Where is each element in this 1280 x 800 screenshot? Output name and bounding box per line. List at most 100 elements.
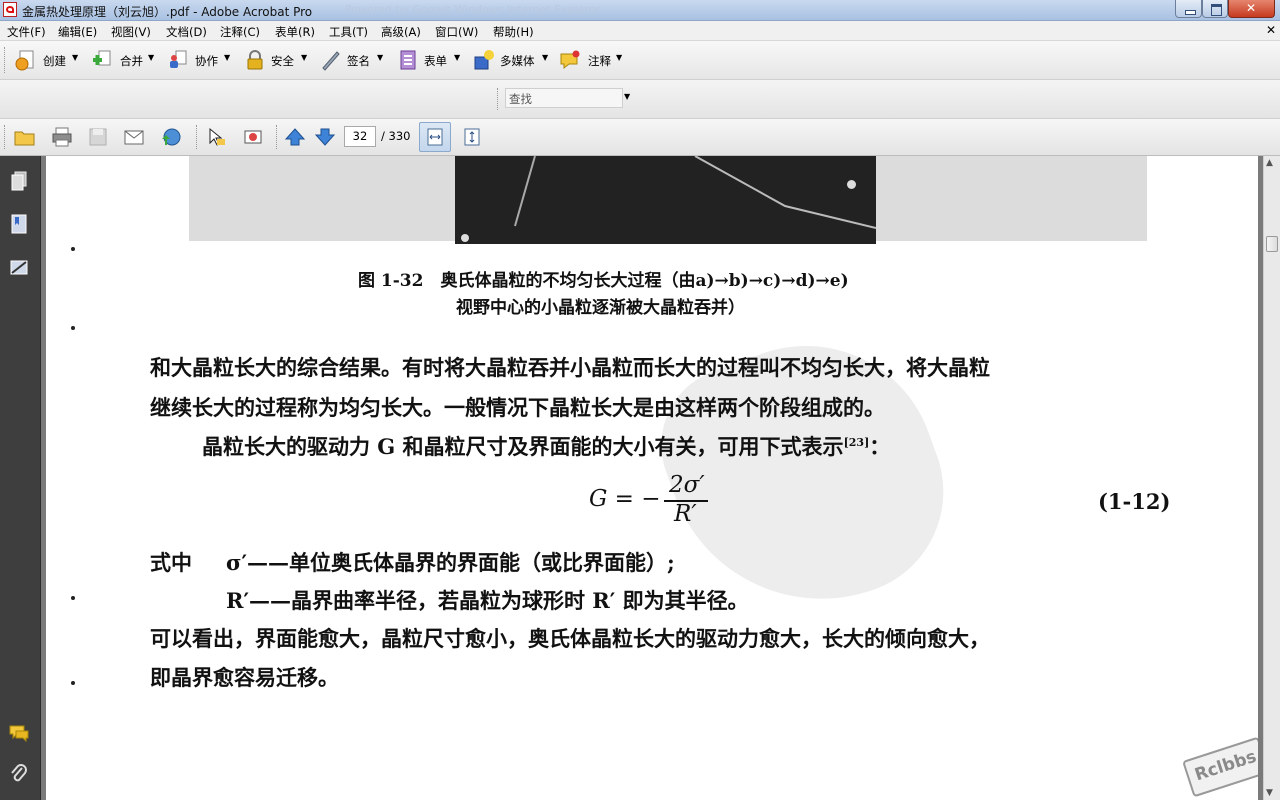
chevron-down-icon: ▼: [148, 53, 155, 62]
document-page[interactable]: 图 1-32 奥氏体晶粒的不均匀长大过程（由a)→b)→c)→d)→e) 视野中…: [46, 156, 1258, 800]
chevron-down-icon: ▼: [301, 53, 308, 62]
page-number-input[interactable]: 32: [344, 126, 376, 147]
forms-label: 表单: [424, 54, 447, 68]
chevron-down-icon: ▼: [454, 53, 461, 62]
rclbbs-stamp: Rclbbs: [1182, 736, 1258, 798]
navigation-pane: [0, 156, 41, 800]
combine-button[interactable]: 合并 ▼: [91, 49, 157, 71]
multimedia-button[interactable]: 多媒体 ▼: [473, 49, 549, 71]
paragraph-2-tail: ：: [869, 434, 891, 459]
fit-width-icon: [427, 128, 443, 146]
find-input[interactable]: 查找: [505, 88, 623, 108]
attachments-paperclip-icon[interactable]: [8, 763, 30, 785]
grain-boundary-lines: [514, 156, 876, 229]
next-page-arrow-icon[interactable]: [314, 126, 336, 148]
menu-forms[interactable]: 表单(R): [275, 24, 315, 40]
window-title: 金属热处理原理（刘云旭）.pdf - Adobe Acrobat Pro: [22, 5, 313, 19]
scroll-down-arrow-icon[interactable]: ▼: [1266, 788, 1273, 798]
collaborate-icon: [170, 50, 187, 68]
where-r-definition: R′——晶界曲率半径，若晶粒为球形时 R′ 即为其半径。: [226, 588, 749, 613]
fit-page-icon[interactable]: [461, 126, 483, 148]
create-label: 创建: [43, 54, 66, 68]
formula-lhs: G = −: [589, 486, 661, 512]
menu-view[interactable]: 视图(V): [111, 24, 151, 40]
scan-speck: [71, 681, 75, 685]
collaborate-label: 协作: [195, 54, 218, 68]
menu-tools[interactable]: 工具(T): [329, 24, 368, 40]
where-label: 式中: [150, 550, 192, 575]
scrollbar-thumb[interactable]: [1266, 236, 1278, 252]
secure-button[interactable]: 安全 ▼: [244, 49, 310, 71]
chevron-down-icon: ▼: [377, 53, 384, 62]
snapshot-tool-icon[interactable]: [242, 126, 264, 148]
bookmarks-panel-icon[interactable]: [8, 213, 30, 235]
paragraph-1-line-2: 继续长大的过程称为均匀长大。一般情况下晶粒长大是由这样两个阶段组成的。: [150, 395, 885, 420]
comment-bubble-icon: [560, 50, 580, 70]
create-pdf-icon: [15, 50, 34, 71]
paragraph-1-line-1: 和大晶粒长大的综合结果。有时将大晶粒吞并小晶粒而长大的过程叫不均匀长大，将大晶粒: [150, 355, 990, 380]
formula-denominator: R′: [674, 501, 697, 527]
secure-label: 安全: [271, 54, 294, 68]
menu-file[interactable]: 文件(F): [7, 24, 46, 40]
email-icon[interactable]: [123, 126, 145, 148]
close-window-button[interactable]: [1228, 0, 1275, 18]
menu-edit[interactable]: 编辑(E): [58, 24, 97, 40]
vertical-scrollbar[interactable]: ▲ ▼: [1263, 156, 1280, 800]
file-toolbar: 32 / 330: [0, 119, 1280, 156]
fit-width-button[interactable]: [419, 122, 451, 152]
toolbar-grip[interactable]: [196, 125, 200, 149]
minimize-button[interactable]: [1175, 0, 1202, 18]
upload-globe-icon[interactable]: [159, 126, 181, 148]
chevron-down-icon: ▼: [224, 53, 231, 62]
find-toolbar: 查找 ▼: [0, 80, 1280, 119]
menu-window[interactable]: 窗口(W): [435, 24, 478, 40]
maximize-button[interactable]: [1202, 0, 1228, 18]
print-icon[interactable]: [51, 126, 73, 148]
previous-page-arrow-icon[interactable]: [284, 126, 306, 148]
pages-panel-icon[interactable]: [8, 170, 30, 192]
create-button[interactable]: 创建 ▼: [15, 49, 81, 71]
pen-icon: [322, 51, 340, 71]
paragraph-3-line-1: 可以看出，界面能愈大，晶粒尺寸愈小，奥氏体晶粒长大的驱动力愈大，长大的倾向愈大，: [150, 626, 990, 651]
chevron-down-icon: ▼: [616, 53, 623, 62]
page-total: / 330: [381, 129, 411, 143]
chevron-down-icon[interactable]: ▼: [624, 92, 630, 101]
menu-document[interactable]: 文档(D): [166, 24, 207, 40]
window-title-ghost-text: Powered by Gogwit Windows Internet Explo…: [345, 3, 600, 16]
tasks-toolbar: 创建 ▼ 合并 ▼ 协作 ▼ 安全 ▼ 签名 ▼ 表单 ▼ 多媒体 ▼ 注释 ▼: [0, 41, 1280, 80]
toolbar-grip[interactable]: [497, 88, 501, 110]
paragraph-2-line-1: 晶粒长大的驱动力 G 和晶粒尺寸及界面能的大小有关，可用下式表示[23]：: [202, 431, 890, 461]
micrograph-speck: [847, 180, 856, 189]
multimedia-label: 多媒体: [500, 54, 535, 68]
toolbar-grip[interactable]: [4, 47, 8, 73]
sign-label: 签名: [347, 54, 370, 68]
chevron-down-icon: ▼: [542, 53, 549, 62]
chevron-down-icon: ▼: [72, 53, 79, 62]
paragraph-3-line-2: 即晶界愈容易迁移。: [150, 665, 339, 690]
paragraph-2-text: 晶粒长大的驱动力 G 和晶粒尺寸及界面能的大小有关，可用下式表示: [202, 434, 844, 459]
select-tool-icon[interactable]: [205, 126, 227, 148]
menu-advanced[interactable]: 高级(A): [381, 24, 421, 40]
where-sigma-definition: σ′——单位奥氏体晶界的界面能（或比界面能）;: [226, 550, 675, 575]
save-disk-icon[interactable]: [87, 126, 109, 148]
toolbar-grip[interactable]: [4, 125, 8, 149]
signatures-panel-icon[interactable]: [8, 257, 30, 279]
acrobat-app-icon: [3, 2, 17, 17]
menu-help[interactable]: 帮助(H): [493, 24, 534, 40]
scroll-up-arrow-icon[interactable]: ▲: [1266, 158, 1273, 168]
comment-button[interactable]: 注释 ▼: [559, 49, 625, 71]
menu-comments[interactable]: 注释(C): [220, 24, 260, 40]
close-document-icon[interactable]: ✕: [1266, 23, 1276, 37]
combine-label: 合并: [120, 54, 143, 68]
figure-caption-line-1: 图 1-32 奥氏体晶粒的不均匀长大过程（由a)→b)→c)→d)→e): [358, 271, 849, 291]
lock-icon: [247, 50, 263, 70]
citation-ref: [23]: [843, 436, 870, 449]
open-folder-icon[interactable]: [14, 126, 36, 148]
comments-panel-icon[interactable]: [8, 722, 30, 744]
forms-button[interactable]: 表单 ▼: [397, 49, 463, 71]
combine-files-icon: [93, 50, 111, 66]
collaborate-button[interactable]: 协作 ▼: [167, 49, 233, 71]
scan-speck: [71, 326, 75, 330]
sign-button[interactable]: 签名 ▼: [320, 49, 386, 71]
toolbar-grip[interactable]: [276, 125, 280, 149]
